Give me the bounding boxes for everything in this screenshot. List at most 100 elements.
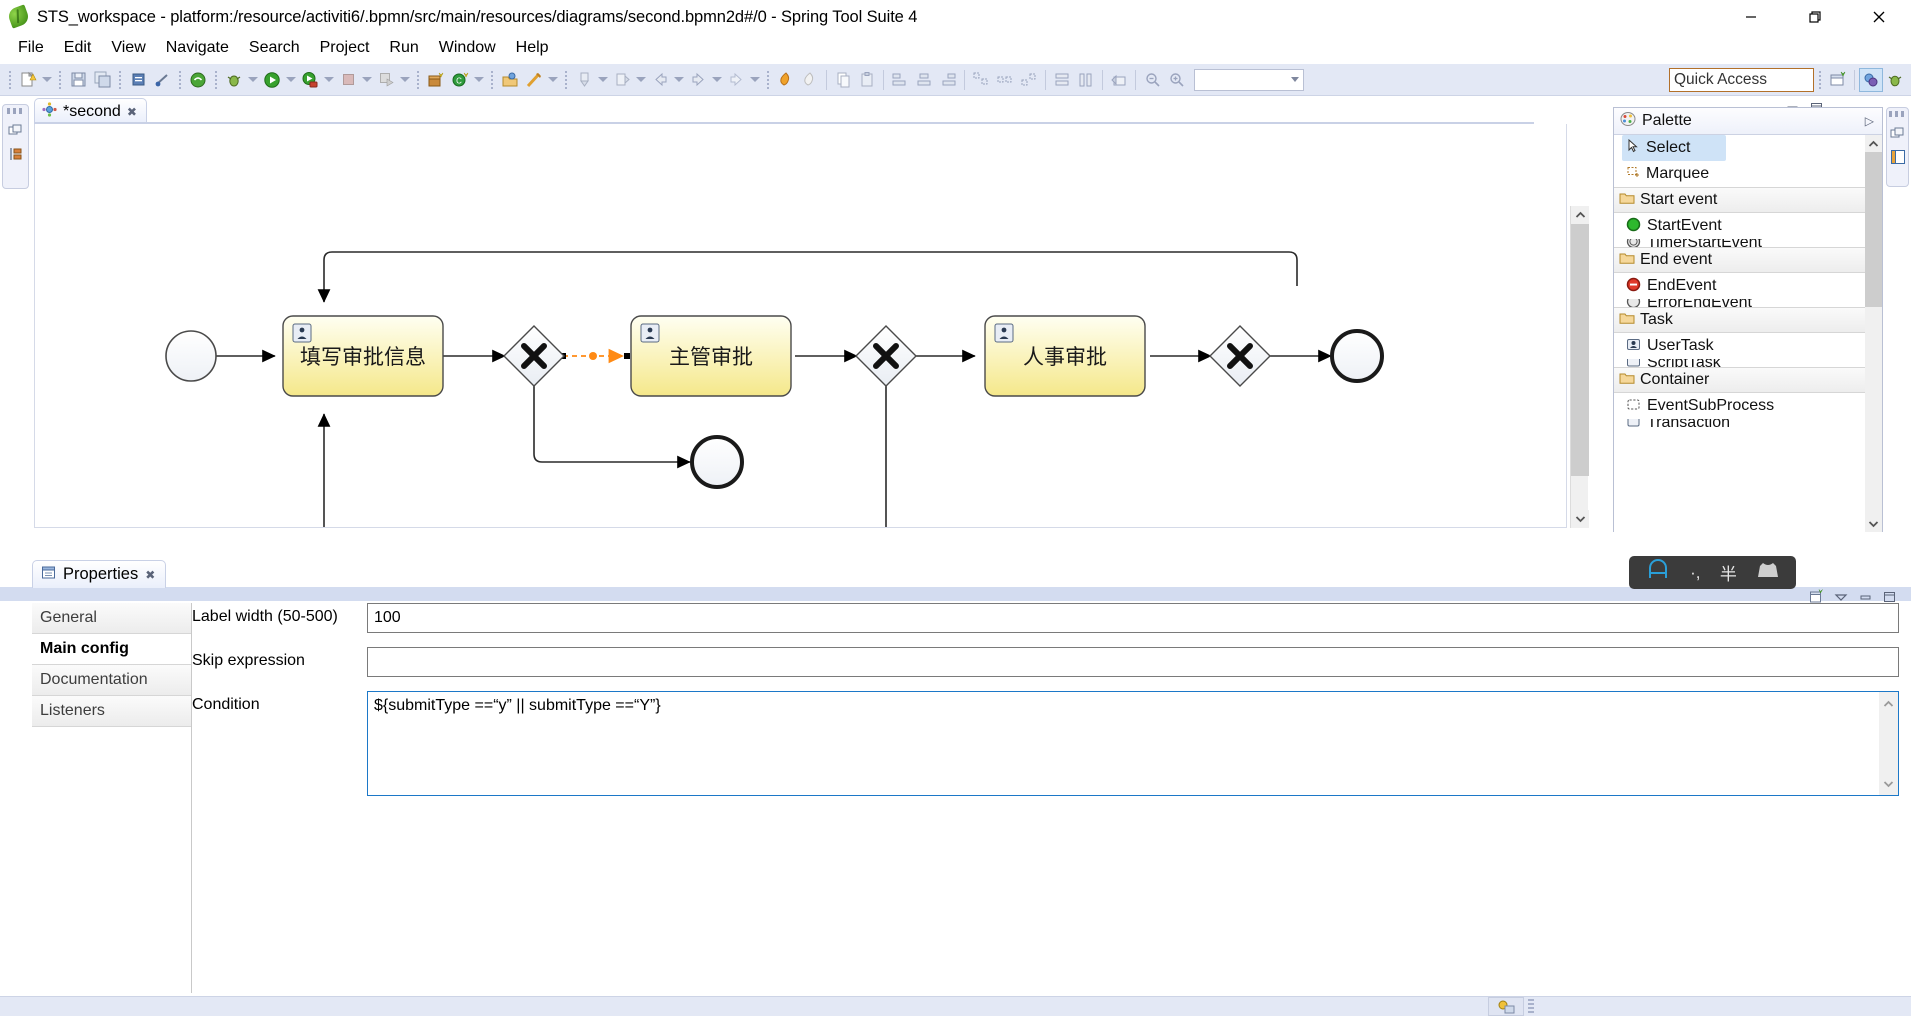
close-icon[interactable] — [1847, 0, 1911, 34]
new-file-icon[interactable] — [16, 68, 40, 92]
palette-tool-select[interactable]: Select — [1622, 135, 1726, 161]
palette-item-transaction-clipped[interactable]: Transaction — [1614, 419, 1882, 427]
menu-help[interactable]: Help — [506, 37, 559, 59]
palette-item-timerstartevent-clipped[interactable]: TimerStartEvent — [1614, 239, 1882, 247]
save-icon[interactable] — [66, 68, 90, 92]
canvas-vertical-scrollbar[interactable] — [1570, 206, 1589, 528]
paste-icon[interactable] — [855, 68, 879, 92]
palette-tool-marquee[interactable]: Marquee — [1614, 161, 1882, 187]
back-caret-down-icon[interactable] — [672, 68, 686, 92]
run-caret-down-icon[interactable] — [284, 68, 298, 92]
side-tab-main-config[interactable]: Main config — [32, 634, 191, 665]
debug-perspective-icon[interactable] — [1883, 68, 1907, 92]
palette-drawer-start-event[interactable]: Start event «« — [1614, 187, 1882, 213]
minimize-icon[interactable] — [1719, 0, 1783, 34]
palette-item-endevent[interactable]: EndEvent — [1614, 273, 1882, 299]
side-tab-general[interactable]: General — [32, 603, 191, 634]
next-edit-caret-down-icon[interactable] — [634, 68, 648, 92]
save-all-icon[interactable] — [90, 68, 114, 92]
bpmn-undo-icon[interactable] — [798, 68, 822, 92]
chevron-up-icon[interactable] — [1865, 135, 1882, 152]
stop-caret-down-icon[interactable] — [360, 68, 374, 92]
forward2-icon[interactable] — [724, 68, 748, 92]
match-width-icon[interactable] — [1050, 68, 1074, 92]
smart-insert-icon[interactable] — [1488, 997, 1524, 1016]
palette-item-startevent[interactable]: StartEvent — [1614, 213, 1882, 239]
zoom-level-combo[interactable] — [1194, 68, 1304, 91]
align-center-icon[interactable] — [912, 68, 936, 92]
label-width-input[interactable]: 100 — [367, 603, 1899, 633]
forward-caret-down-icon[interactable] — [710, 68, 724, 92]
close-icon[interactable]: ✖ — [127, 105, 137, 119]
menu-run[interactable]: Run — [379, 37, 428, 59]
side-tab-listeners[interactable]: Listeners — [32, 696, 191, 727]
outline-view-icon[interactable] — [5, 142, 27, 166]
open-type-icon[interactable] — [498, 68, 522, 92]
scrollbar-thumb[interactable] — [1571, 224, 1589, 476]
toolbar-grip[interactable] — [7, 69, 13, 91]
menu-navigate[interactable]: Navigate — [156, 37, 239, 59]
close-icon[interactable]: ✖ — [145, 568, 155, 582]
forward-icon[interactable] — [686, 68, 710, 92]
print-icon[interactable] — [126, 68, 150, 92]
palette-item-eventsubprocess[interactable]: EventSubProcess — [1614, 393, 1882, 419]
condition-textarea-scrollbar[interactable] — [1879, 692, 1898, 795]
skip-expression-input[interactable] — [367, 647, 1899, 677]
next-edit-icon[interactable] — [610, 68, 634, 92]
run-config-icon[interactable] — [298, 68, 322, 92]
palette-drawer-end-event[interactable]: End event «« — [1614, 247, 1882, 273]
run-config-caret-down-icon[interactable] — [322, 68, 336, 92]
side-tab-documentation[interactable]: Documentation — [32, 665, 191, 696]
toolbar-grip-3[interactable] — [117, 69, 123, 91]
menu-project[interactable]: Project — [310, 37, 380, 59]
toolbar-grip-8[interactable] — [563, 69, 569, 91]
restore-view-icon[interactable] — [5, 118, 27, 142]
punctuation-icon[interactable]: ·, — [1690, 563, 1700, 583]
half-width-icon[interactable]: 半 — [1720, 560, 1737, 585]
status-grip[interactable] — [1528, 998, 1534, 1015]
run-icon[interactable] — [260, 68, 284, 92]
chevron-up-icon[interactable] — [1571, 206, 1589, 224]
tab-properties[interactable]: Properties ✖ — [32, 560, 167, 588]
rail-grip[interactable] — [6, 108, 25, 114]
ime-floating-bar[interactable]: ·, 半 — [1629, 556, 1796, 589]
open-perspective-icon[interactable] — [1826, 68, 1850, 92]
boot-dashboard-icon[interactable] — [186, 68, 210, 92]
prev-annotation-caret-down-icon[interactable] — [596, 68, 610, 92]
toolbar-grip-10[interactable] — [1817, 69, 1823, 91]
back-icon[interactable] — [648, 68, 672, 92]
menu-edit[interactable]: Edit — [54, 37, 102, 59]
new-class-icon[interactable]: C — [448, 68, 472, 92]
link-icon[interactable] — [150, 68, 174, 92]
export-image-icon[interactable] — [1107, 68, 1131, 92]
open-caret-down-icon[interactable] — [546, 68, 560, 92]
new-file-caret-down-icon[interactable] — [40, 68, 54, 92]
new-class-caret-down-icon[interactable] — [472, 68, 486, 92]
editor-tab-second[interactable]: *second ✖ — [34, 98, 147, 124]
forward2-caret-down-icon[interactable] — [748, 68, 762, 92]
bpmn-canvas[interactable]: 填写审批信息 主管审批 人事审批 — [34, 124, 1567, 528]
new-package-icon[interactable] — [424, 68, 448, 92]
toolbar-grip-6[interactable] — [415, 69, 421, 91]
previous-annotation-icon[interactable] — [572, 68, 596, 92]
menu-window[interactable]: Window — [429, 37, 506, 59]
chevron-down-icon[interactable] — [1883, 775, 1894, 792]
rail-grip[interactable] — [1888, 111, 1907, 117]
scrollbar-thumb[interactable] — [1865, 152, 1882, 307]
bpmn-diagram[interactable]: 填写审批信息 主管审批 人事审批 — [35, 124, 1567, 528]
search-pen-icon[interactable] — [522, 68, 546, 92]
palette-item-usertask[interactable]: UserTask — [1614, 333, 1882, 359]
palette-item-errorendevent-clipped[interactable]: ErrorEndEvent — [1614, 299, 1882, 307]
expand-icon[interactable]: ▷ — [1865, 114, 1874, 128]
distribute-bottom-icon[interactable] — [1017, 68, 1041, 92]
quick-access-input[interactable]: Quick Access — [1669, 67, 1814, 92]
zoom-out-icon[interactable] — [1140, 68, 1164, 92]
palette-item-scripttask-clipped[interactable]: ScriptTask — [1614, 359, 1882, 367]
debug-icon[interactable] — [222, 68, 246, 92]
toolbar-grip-2[interactable] — [57, 69, 63, 91]
align-left-icon[interactable] — [888, 68, 912, 92]
toolbar-grip-4[interactable] — [177, 69, 183, 91]
align-right-icon[interactable] — [936, 68, 960, 92]
distribute-top-icon[interactable] — [969, 68, 993, 92]
toolbar-grip-7[interactable] — [489, 69, 495, 91]
